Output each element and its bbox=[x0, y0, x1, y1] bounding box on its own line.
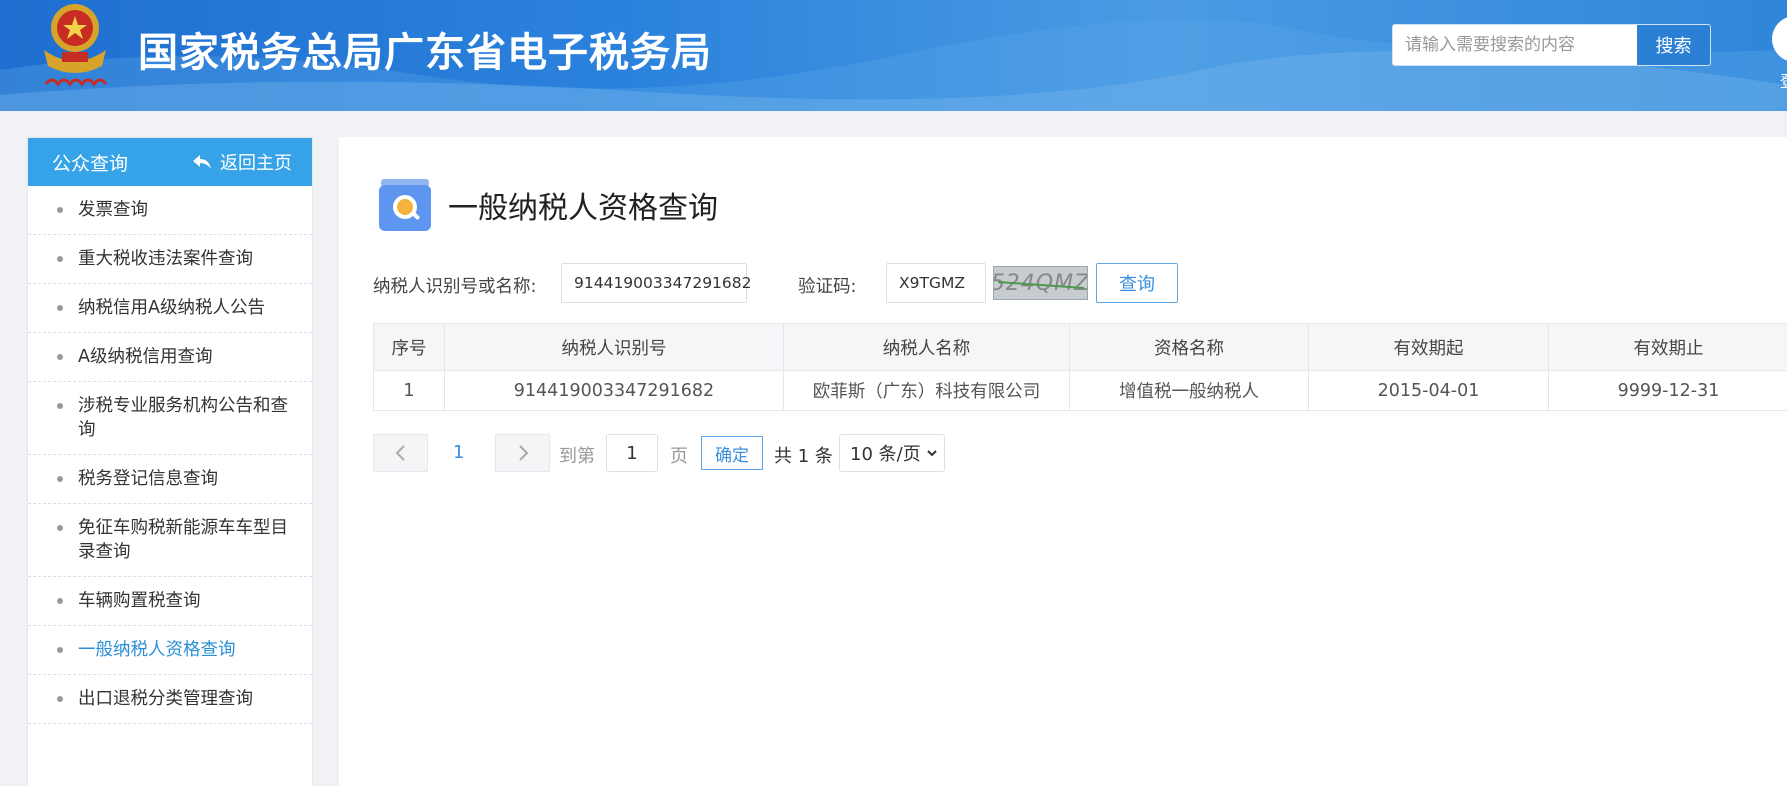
sidebar: 公众查询 返回主页 发票查询 重大税收违法案件查询 纳税信用A级纳税人公告 A级… bbox=[27, 137, 313, 786]
search-input[interactable] bbox=[1393, 25, 1637, 65]
page-size-value: 10 条/页 bbox=[850, 444, 921, 465]
goto-page-input[interactable]: 1 bbox=[606, 434, 658, 472]
sidebar-item-invoice[interactable]: 发票查询 bbox=[28, 186, 312, 235]
table-cell: 增值税一般纳税人 bbox=[1069, 370, 1309, 411]
chevron-left-icon bbox=[395, 445, 405, 461]
sidebar-item-agencies[interactable]: 涉税专业服务机构公告和查询 bbox=[28, 382, 312, 455]
login-label[interactable]: 登 bbox=[1780, 68, 1787, 92]
prev-page-button[interactable] bbox=[373, 434, 428, 472]
chevron-right-icon bbox=[518, 445, 528, 461]
table-cell: 1 bbox=[373, 370, 445, 411]
main-panel: 一般纳税人资格查询 纳税人识别号或名称: 914419003347291682 … bbox=[339, 137, 1787, 786]
query-button[interactable]: 查询 bbox=[1096, 263, 1178, 303]
sidebar-item-registration[interactable]: 税务登记信息查询 bbox=[28, 455, 312, 504]
captcha-label: 验证码: bbox=[798, 277, 857, 297]
column-header: 纳税人识别号 bbox=[444, 323, 784, 371]
column-header: 序号 bbox=[373, 323, 445, 371]
sidebar-item-ev-catalog[interactable]: 免征车购税新能源车车型目录查询 bbox=[28, 504, 312, 577]
pagination: 1 到第 1 页 确定 共 1 条 10 条/页 bbox=[373, 434, 1073, 472]
captcha-image[interactable]: 524QMZ bbox=[993, 266, 1088, 300]
table-cell: 9999-12-31 bbox=[1548, 370, 1787, 411]
sidebar-title: 公众查询 bbox=[52, 152, 129, 175]
total-count: 共 1 条 bbox=[774, 446, 833, 467]
query-form: 纳税人识别号或名称: 914419003347291682 验证码: X9TGM… bbox=[373, 263, 1573, 303]
table-row: 1 914419003347291682 欧菲斯（广东）科技有限公司 增值税一般… bbox=[373, 370, 1787, 411]
page-title: 一般纳税人资格查询 bbox=[448, 191, 718, 226]
site-header: 国家税务总局广东省电子税务局 搜索 登 bbox=[0, 0, 1787, 111]
page-size-select[interactable]: 10 条/页 bbox=[839, 434, 945, 472]
table-cell: 914419003347291682 bbox=[444, 370, 784, 411]
captcha-input[interactable]: X9TGMZ bbox=[886, 263, 986, 303]
taxpayer-label: 纳税人识别号或名称: bbox=[373, 277, 537, 297]
sidebar-item-vehicle-tax[interactable]: 车辆购置税查询 bbox=[28, 577, 312, 626]
search-button[interactable]: 搜索 bbox=[1637, 25, 1710, 65]
back-home-link[interactable]: 返回主页 bbox=[192, 149, 292, 175]
sidebar-item-credit-a-query[interactable]: A级纳税信用查询 bbox=[28, 333, 312, 382]
tax-emblem-icon bbox=[44, 4, 108, 87]
sidebar-header: 公众查询 返回主页 bbox=[28, 138, 312, 186]
chevron-down-icon bbox=[927, 450, 937, 457]
current-page[interactable]: 1 bbox=[453, 442, 464, 463]
sidebar-item-credit-a-notice[interactable]: 纳税信用A级纳税人公告 bbox=[28, 284, 312, 333]
table-cell: 欧菲斯（广东）科技有限公司 bbox=[783, 370, 1070, 411]
column-header: 有效期起 bbox=[1308, 323, 1549, 371]
back-arrow-icon bbox=[193, 155, 211, 169]
site-title: 国家税务总局广东省电子税务局 bbox=[138, 30, 712, 76]
search-document-icon bbox=[379, 179, 431, 231]
next-page-button[interactable] bbox=[495, 434, 550, 472]
column-header: 有效期止 bbox=[1548, 323, 1787, 371]
table-header-row: 序号 纳税人识别号 纳税人名称 资格名称 有效期起 有效期止 bbox=[373, 323, 1787, 371]
search-box: 搜索 bbox=[1392, 24, 1711, 66]
sidebar-item-export-rebate[interactable]: 出口退税分类管理查询 bbox=[28, 675, 312, 724]
goto-label: 到第 bbox=[559, 446, 595, 467]
table-cell: 2015-04-01 bbox=[1308, 370, 1549, 411]
goto-confirm-button[interactable]: 确定 bbox=[701, 436, 763, 470]
back-home-label: 返回主页 bbox=[220, 153, 292, 174]
sidebar-item-general-taxpayer[interactable]: 一般纳税人资格查询 bbox=[28, 626, 312, 675]
taxpayer-input[interactable]: 914419003347291682 bbox=[561, 263, 752, 303]
sidebar-item-major-cases[interactable]: 重大税收违法案件查询 bbox=[28, 235, 312, 284]
column-header: 资格名称 bbox=[1069, 323, 1309, 371]
column-header: 纳税人名称 bbox=[783, 323, 1070, 371]
page-unit-label: 页 bbox=[670, 446, 688, 467]
result-table: 序号 纳税人识别号 纳税人名称 资格名称 有效期起 有效期止 1 9144190… bbox=[373, 323, 1787, 411]
